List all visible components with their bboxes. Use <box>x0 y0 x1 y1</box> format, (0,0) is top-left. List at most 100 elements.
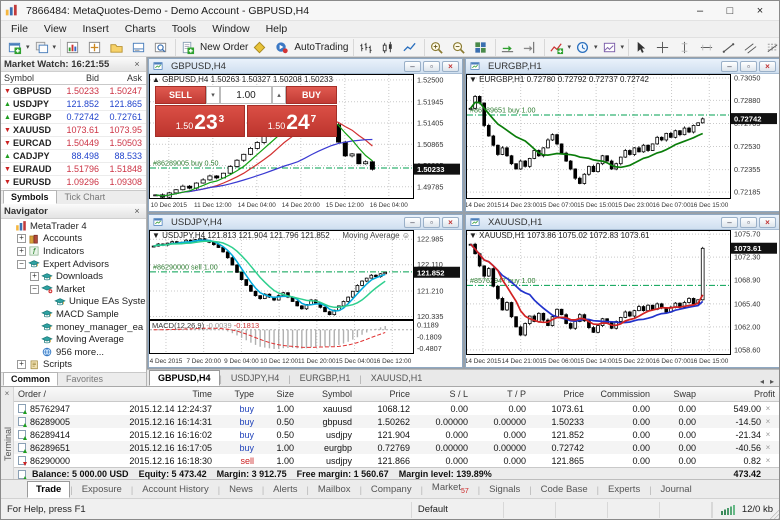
cursor-button[interactable] <box>631 39 653 56</box>
data-window-button[interactable] <box>85 39 107 56</box>
expand-toggle[interactable]: + <box>17 246 26 256</box>
market-watch-row-xauusd[interactable]: ▼ XAUUSD 1073.61 1073.95 <box>1 124 146 137</box>
autotrading-button[interactable]: AutoTrading <box>272 39 350 56</box>
buy-button[interactable]: BUY <box>286 86 337 104</box>
metaeditor-button[interactable] <box>250 39 272 56</box>
maximize-button[interactable]: □ <box>715 2 745 20</box>
terminal-tab-signals[interactable]: Signals <box>480 481 529 498</box>
terminal-tab-alerts[interactable]: Alerts <box>264 481 306 498</box>
terminal-button[interactable] <box>129 39 151 56</box>
navigator-item-expert-advisors[interactable]: − Expert Advisors <box>1 258 146 271</box>
expand-toggle[interactable]: + <box>17 360 26 370</box>
terminal-tab-exposure[interactable]: Exposure <box>73 481 131 498</box>
chart-minimize-button[interactable]: – <box>721 60 738 72</box>
order-row-86290000[interactable]: 86290000 2015.12.16 16:18:30 sell 1.00 usdjp… <box>14 454 779 467</box>
chart-window-titlebar[interactable]: EURGBP,H1 – ▫ × <box>466 59 779 74</box>
new-order-button[interactable]: New Order <box>178 39 250 56</box>
close-position-button[interactable]: × <box>761 456 775 465</box>
tile-windows-button[interactable] <box>471 39 493 56</box>
menu-window[interactable]: Window <box>204 22 257 36</box>
close-position-button[interactable]: × <box>761 404 775 413</box>
order-row-86289414[interactable]: 86289414 2015.12.16 16:16:02 buy 0.50 usdjpy… <box>14 428 779 441</box>
column-price[interactable]: Price <box>532 389 590 399</box>
chart-window-titlebar[interactable]: GBPUSD,H4 – ▫ × <box>149 59 462 74</box>
menu-view[interactable]: View <box>36 22 75 36</box>
new-chart-button[interactable]: ▾ <box>5 39 32 56</box>
chart-close-button[interactable]: × <box>442 60 459 72</box>
terminal-tab-code-base[interactable]: Code Base <box>532 481 597 498</box>
navigator-tab-common[interactable]: Common <box>3 372 58 386</box>
market-watch-close-icon[interactable]: × <box>131 59 143 69</box>
menu-charts[interactable]: Charts <box>117 22 164 36</box>
navigator-item-metatrader-4[interactable]: MetaTrader 4 <box>1 220 146 233</box>
chart-window-titlebar[interactable]: XAUUSD,H1 – ▫ × <box>466 215 779 230</box>
column-size[interactable]: Size <box>260 389 300 399</box>
market-watch-row-eurcad[interactable]: ▼ EURCAD 1.50449 1.50503 <box>1 137 146 150</box>
chart-canvas[interactable]: 14 Dec 2015 14 Dec 21:00 15 Dec 06:00 15 De… <box>466 230 778 366</box>
chart-restore-button[interactable]: ▫ <box>423 216 440 228</box>
periods-button[interactable]: ▾ <box>573 39 600 56</box>
terminal-tab-account-history[interactable]: Account History <box>133 481 218 498</box>
auto-scroll-button[interactable] <box>498 39 520 56</box>
vertical-line-button[interactable] <box>675 39 697 56</box>
chart-tab-gbpusd-h4[interactable]: GBPUSD,H4 <box>149 370 220 386</box>
indicators-list-button[interactable]: ▾ <box>547 39 574 56</box>
terminal-tab-trade[interactable]: Trade <box>27 481 71 498</box>
column-time[interactable]: Time <box>92 389 218 399</box>
navigator-item-moving-average[interactable]: Moving Average <box>1 333 146 346</box>
terminal-tab-market[interactable]: Market57 <box>423 479 478 498</box>
navigator-item-accounts[interactable]: + Accounts <box>1 233 146 246</box>
menu-help[interactable]: Help <box>258 22 296 36</box>
minimize-button[interactable]: – <box>685 2 715 20</box>
column-type[interactable]: Type <box>218 389 260 399</box>
close-position-button[interactable]: × <box>761 430 775 439</box>
profile-selector[interactable]: Default <box>412 501 504 518</box>
sell-price-button[interactable]: 1.50 23 3 <box>155 105 245 137</box>
column-swap[interactable]: Swap <box>656 389 702 399</box>
column-profit[interactable]: Profit <box>702 389 779 399</box>
chart-tab-eurgbp-h1[interactable]: EURGBP,H1 <box>291 370 360 386</box>
order-row-86289651[interactable]: 86289651 2015.12.16 16:17:05 buy 1.00 eurgbp… <box>14 441 779 454</box>
menu-tools[interactable]: Tools <box>164 22 205 36</box>
menu-file[interactable]: File <box>3 22 36 36</box>
terminal-tab-experts[interactable]: Experts <box>599 481 649 498</box>
expand-toggle[interactable]: + <box>30 272 39 282</box>
terminal-tab-mailbox[interactable]: Mailbox <box>309 481 360 498</box>
tab-scroll-left-icon[interactable]: ◂ <box>757 377 767 386</box>
terminal-tab-company[interactable]: Company <box>362 481 421 498</box>
market-watch-row-gbpusd[interactable]: ▼ GBPUSD 1.50233 1.50247 <box>1 85 146 98</box>
navigator-close-icon[interactable]: × <box>131 206 143 216</box>
close-position-button[interactable]: × <box>761 417 775 426</box>
chart-restore-button[interactable]: ▫ <box>423 60 440 72</box>
market-watch-row-euraud[interactable]: ▼ EURAUD 1.51796 1.51848 <box>1 163 146 176</box>
chart-shift-button[interactable] <box>520 39 542 56</box>
candlestick-chart-button[interactable] <box>378 39 400 56</box>
chart-window-titlebar[interactable]: USDJPY,H4 – ▫ × <box>149 215 462 230</box>
volume-increase-button[interactable]: ▴ <box>272 86 286 104</box>
equidistant-channel-button[interactable] <box>741 39 763 56</box>
navigator-tab-favorites[interactable]: Favorites <box>58 372 111 386</box>
market-watch-row-cadjpy[interactable]: ▲ CADJPY 88.498 88.533 <box>1 150 146 163</box>
chart-close-button[interactable]: × <box>759 60 776 72</box>
terminal-tab-journal[interactable]: Journal <box>652 481 701 498</box>
close-button[interactable]: × <box>745 2 775 20</box>
order-row-86289005[interactable]: 86289005 2015.12.16 16:14:31 buy 0.50 gbpusd… <box>14 415 779 428</box>
menu-insert[interactable]: Insert <box>75 22 117 36</box>
zoom-out-button[interactable] <box>449 39 471 56</box>
close-position-button[interactable]: × <box>761 443 775 452</box>
market-watch-row-eurusd[interactable]: ▼ EURUSD 1.09296 1.09308 <box>1 176 146 189</box>
resize-grip[interactable] <box>770 509 779 519</box>
navigator-item-downloads[interactable]: + Downloads <box>1 270 146 283</box>
market-watch-tab-symbols[interactable]: Symbols <box>3 190 57 204</box>
crosshair-button[interactable] <box>653 39 675 56</box>
templates-button[interactable]: ▾ <box>600 39 627 56</box>
column-order[interactable]: Order / <box>14 389 92 399</box>
chart-canvas[interactable]: 10 Dec 2015 11 Dec 12:00 14 Dec 04:00 14 De… <box>149 74 461 210</box>
buy-price-button[interactable]: 1.50 24 7 <box>247 105 337 137</box>
volume-input[interactable]: 1.00 <box>220 86 272 104</box>
chart-close-button[interactable]: × <box>442 216 459 228</box>
navigator-item-scripts[interactable]: + Scripts <box>1 359 146 372</box>
chart-canvas[interactable]: 14 Dec 2015 14 Dec 23:00 15 Dec 07:00 15 De… <box>466 73 778 210</box>
column-commission[interactable]: Commission <box>590 389 656 399</box>
collapse-toggle[interactable]: − <box>30 284 39 294</box>
